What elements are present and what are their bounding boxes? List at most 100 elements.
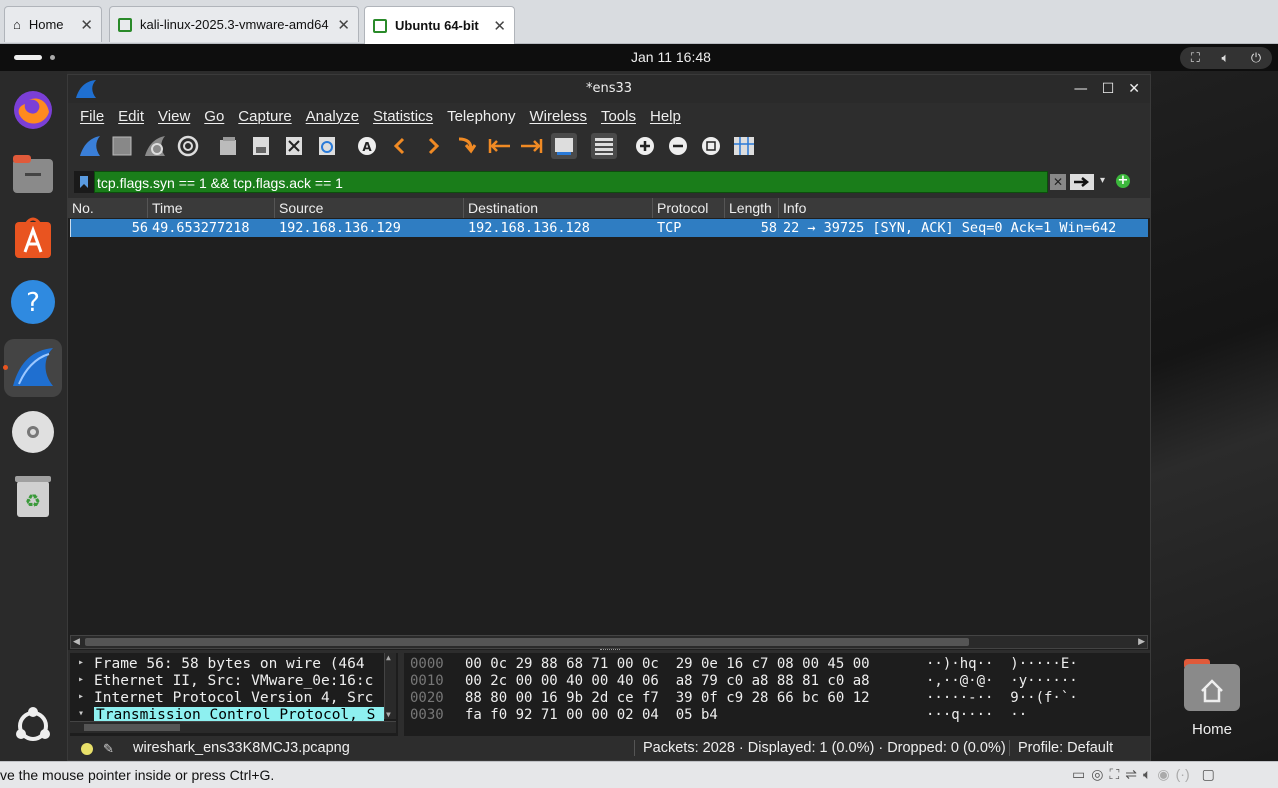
harddisk-icon[interactable]: ▭ <box>1072 766 1085 783</box>
start-capture-icon[interactable] <box>77 133 103 159</box>
menu-analyze[interactable]: Analyze <box>306 108 359 125</box>
normal-size-icon[interactable] <box>698 133 724 159</box>
first-packet-icon[interactable] <box>486 133 512 159</box>
menu-go[interactable]: Go <box>204 108 224 125</box>
column-time[interactable]: Time <box>148 198 275 218</box>
filter-dropdown-icon[interactable]: ▾ <box>1100 175 1105 186</box>
firefox-icon[interactable] <box>8 85 58 135</box>
capture-options-icon[interactable] <box>175 133 201 159</box>
maximize-icon[interactable]: ☐ <box>1102 75 1115 103</box>
details-hscrollbar[interactable] <box>70 721 396 733</box>
scroll-down-icon[interactable]: ▼ <box>386 710 391 719</box>
menu-capture[interactable]: Capture <box>238 108 291 125</box>
display-filter-input[interactable]: tcp.flags.syn == 1 && tcp.flags.ack == 1 <box>94 171 1048 193</box>
zoom-out-icon[interactable] <box>665 133 691 159</box>
colorize-icon[interactable] <box>591 133 617 159</box>
minimize-icon[interactable]: — <box>1074 75 1088 103</box>
add-filter-button-icon[interactable]: + <box>1116 174 1130 188</box>
help-icon[interactable]: ? <box>8 277 58 327</box>
menu-help[interactable]: Help <box>650 108 681 125</box>
last-packet-icon[interactable] <box>519 133 545 159</box>
menu-telephony[interactable]: Telephony <box>447 108 515 125</box>
hex-offset: 0030 <box>410 707 444 723</box>
restart-capture-icon[interactable] <box>142 133 168 159</box>
activities-indicator[interactable] <box>14 55 42 60</box>
column-no[interactable]: No. <box>68 198 148 218</box>
system-menu[interactable]: ⛶ 🔈︎ ⏻ <box>1180 47 1272 69</box>
sound-icon[interactable]: 🔈︎ <box>1143 766 1151 783</box>
stop-capture-icon[interactable] <box>109 133 135 159</box>
menu-tools[interactable]: Tools <box>601 108 636 125</box>
column-destination[interactable]: Destination <box>464 198 653 218</box>
scroll-up-icon[interactable]: ▲ <box>386 653 391 662</box>
hex-ascii: ···q···· ·· <box>926 707 1028 723</box>
resize-columns-icon[interactable] <box>731 133 757 159</box>
disc-icon[interactable] <box>8 407 58 457</box>
menu-edit[interactable]: Edit <box>118 108 144 125</box>
clear-filter-icon[interactable]: ✕ <box>1050 174 1066 190</box>
table-row[interactable]: 56 49.653277218 192.168.136.129 192.168.… <box>70 219 1148 237</box>
capture-comment-icon[interactable]: ✎ <box>103 741 114 757</box>
cd-icon[interactable]: ◎ <box>1091 766 1103 783</box>
go-to-packet-icon[interactable] <box>453 133 479 159</box>
bookmark-icon[interactable] <box>74 171 94 193</box>
reload-file-icon[interactable] <box>314 133 340 159</box>
camera-icon[interactable]: ◉ <box>1157 766 1169 783</box>
packet-list[interactable] <box>68 218 1150 650</box>
go-forward-icon[interactable] <box>420 133 446 159</box>
menu-view[interactable]: View <box>158 108 190 125</box>
app-center-icon[interactable] <box>8 213 58 263</box>
expand-icon[interactable]: ▸ <box>78 691 84 702</box>
wireshark-icon[interactable] <box>4 339 62 397</box>
wireless-icon[interactable]: (·) <box>1176 766 1190 783</box>
scroll-left-icon[interactable]: ◀ <box>73 637 80 647</box>
close-icon[interactable]: ✕ <box>337 16 350 34</box>
column-info[interactable]: Info <box>779 198 1150 218</box>
apply-filter-icon[interactable] <box>1070 174 1094 190</box>
files-icon[interactable] <box>8 149 58 199</box>
detail-frame[interactable]: Frame 56: 58 bytes on wire (464 <box>94 656 384 673</box>
packet-list-hscrollbar[interactable]: ◀ ▶ <box>70 635 1148 649</box>
splitter-handle[interactable] <box>600 649 620 652</box>
hex-ascii: ··)·hq·· )·····E· <box>926 656 1078 672</box>
open-file-icon[interactable] <box>215 133 241 159</box>
scroll-right-icon[interactable]: ▶ <box>1138 637 1145 647</box>
expand-icon[interactable]: ▸ <box>78 657 84 668</box>
scrollbar-thumb[interactable] <box>84 724 180 731</box>
column-source[interactable]: Source <box>275 198 464 218</box>
menu-wireless[interactable]: Wireless <box>529 108 587 125</box>
zoom-in-icon[interactable] <box>632 133 658 159</box>
vm-tab-ubuntu[interactable]: Ubuntu 64-bit ✕ <box>364 6 515 44</box>
window-title: *ens33 <box>585 81 633 96</box>
detail-ethernet[interactable]: Ethernet II, Src: VMware_0e:16:c <box>94 673 384 690</box>
detail-ip[interactable]: Internet Protocol Version 4, Src <box>94 690 384 707</box>
collapse-icon[interactable]: ▾ <box>78 708 84 719</box>
close-file-icon[interactable] <box>281 133 307 159</box>
trash-icon[interactable]: ♻ <box>8 471 58 521</box>
clock[interactable]: Jan 11 16:48 <box>631 49 711 65</box>
expert-info-icon[interactable] <box>81 743 93 755</box>
details-vscrollbar[interactable]: ▲ ▼ <box>384 653 396 719</box>
usb-icon[interactable]: ⇌ <box>1125 766 1137 783</box>
message-icon[interactable]: ▢ <box>1202 766 1215 783</box>
close-icon[interactable]: ✕ <box>80 16 93 34</box>
home-folder-icon[interactable] <box>1184 659 1240 711</box>
network-adapter-icon[interactable]: ⛶ <box>1109 766 1119 783</box>
packet-details[interactable]: ▸ Frame 56: 58 bytes on wire (464 ▸ Ethe… <box>70 653 398 736</box>
vm-tab-kali[interactable]: kali-linux-2025.3-vmware-amd64 ✕ <box>109 6 359 42</box>
column-protocol[interactable]: Protocol <box>653 198 725 218</box>
vm-tab-home[interactable]: ⌂ Home ✕ <box>4 6 102 42</box>
profile-label[interactable]: Profile: Default <box>1009 740 1113 756</box>
show-apps-icon[interactable] <box>8 701 58 751</box>
close-icon[interactable]: ✕ <box>493 17 506 35</box>
scrollbar-thumb[interactable] <box>85 638 969 646</box>
save-file-icon[interactable] <box>248 133 274 159</box>
autoscroll-icon[interactable] <box>551 133 577 159</box>
find-packet-icon[interactable]: A <box>354 133 380 159</box>
column-length[interactable]: Length <box>725 198 779 218</box>
packet-bytes[interactable]: 0000 00 0c 29 88 68 71 00 0c 29 0e 16 c7… <box>404 653 1150 736</box>
expand-icon[interactable]: ▸ <box>78 674 84 685</box>
menu-statistics[interactable]: Statistics <box>373 108 433 125</box>
close-icon[interactable]: ✕ <box>1128 75 1140 103</box>
go-back-icon[interactable] <box>387 133 413 159</box>
